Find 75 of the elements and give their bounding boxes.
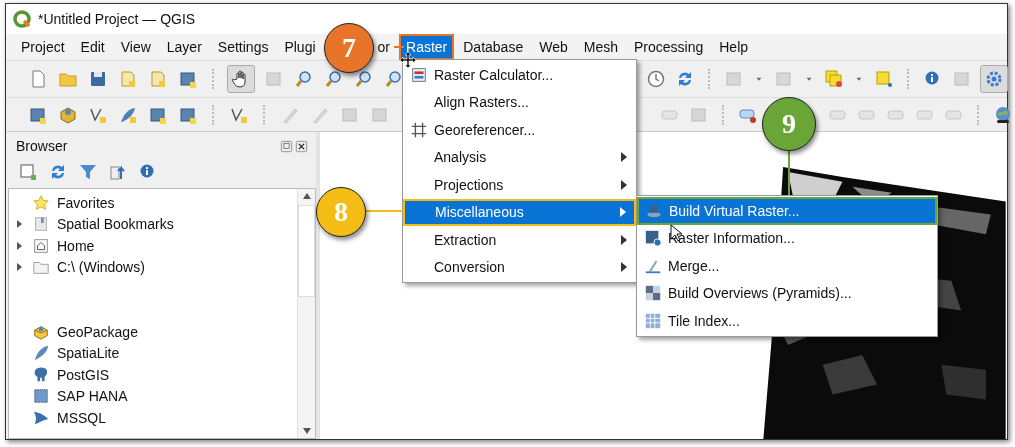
tree-item[interactable]: MSSQL [57, 409, 106, 426]
tree-item[interactable]: Spatial Bookmarks [57, 216, 174, 233]
menu-item[interactable]: Help [712, 34, 756, 60]
scrollbar[interactable] [297, 189, 315, 438]
menu-item[interactable]: Layer [159, 34, 209, 60]
elephant-icon [32, 365, 50, 384]
menu-item[interactable]: Merge... [637, 252, 937, 280]
star-icon [32, 193, 50, 212]
menu-item[interactable]: Plugi [277, 34, 323, 60]
menu-item[interactable]: Analysis [403, 143, 636, 171]
save-icon[interactable] [88, 69, 108, 89]
add-layer-icon[interactable] [18, 162, 38, 182]
menu-item[interactable]: Raster [399, 34, 455, 60]
menu-item[interactable]: Project [14, 34, 72, 60]
submenu-arrow-icon [621, 234, 627, 245]
submenu-arrow-icon [621, 179, 627, 190]
menu-item[interactable]: Projections [403, 171, 636, 199]
menu-item[interactable]: Extraction [403, 226, 636, 254]
calculator-icon [410, 65, 428, 84]
feather-icon [32, 344, 50, 363]
menu-item[interactable]: Database [456, 34, 531, 60]
menu-item[interactable]: Build Overviews (Pyramids)... [637, 279, 937, 307]
hand-icon[interactable] [228, 66, 254, 92]
square-icon[interactable] [874, 69, 894, 89]
tree-item[interactable]: GeoPackage [57, 323, 138, 340]
magnifier-icon[interactable] [354, 69, 374, 89]
leader-line [365, 210, 403, 212]
expand-arrow-icon[interactable] [15, 220, 23, 229]
logo-icon [12, 9, 32, 29]
tree-item[interactable]: C:\ (Windows) [57, 259, 145, 276]
tiles-icon [644, 311, 662, 330]
menu-item[interactable]: Georeferencer... [403, 116, 636, 144]
expand-arrow-icon[interactable] [15, 241, 23, 250]
magnifier-icon[interactable] [294, 69, 314, 89]
expand-arrow-icon[interactable] [15, 263, 23, 272]
tree-item[interactable]: SAP HANA [57, 388, 128, 405]
gear-icon[interactable] [981, 66, 1007, 92]
tree-item[interactable]: Favorites [57, 194, 115, 211]
scroll-up-icon[interactable] [302, 193, 311, 199]
menu-item[interactable]: Raster Calculator... [403, 61, 636, 89]
clock-icon[interactable] [646, 69, 666, 89]
magnifier-icon[interactable] [324, 69, 344, 89]
menu-item[interactable]: Tile Index... [637, 307, 937, 335]
scroll-down-icon[interactable] [302, 428, 311, 434]
grid-icon [410, 120, 428, 139]
magnifier-icon[interactable] [384, 69, 404, 89]
submenu-arrow-icon [621, 262, 627, 273]
menu-item[interactable]: Mesh [576, 34, 625, 60]
tree-item[interactable]: PostGIS [57, 366, 110, 383]
menu-item[interactable]: Processing [626, 34, 711, 60]
squares-icon[interactable] [824, 69, 844, 89]
globe-icon[interactable] [993, 104, 1013, 125]
menu-item[interactable]: Align Rasters... [403, 88, 636, 116]
chip-icon [32, 387, 50, 406]
book-icon [32, 215, 50, 234]
submenu-arrow-icon [620, 207, 626, 218]
home-icon [32, 236, 50, 255]
menu-item[interactable]: Web [532, 34, 575, 60]
info-tiles-icon [644, 229, 662, 248]
tree-item[interactable]: Home [57, 237, 95, 254]
checker-icon [644, 284, 662, 303]
menu-item[interactable]: Conversion [403, 253, 636, 281]
tree-item[interactable]: SpatiaLite [57, 345, 120, 362]
menu-item[interactable]: Edit [73, 34, 112, 60]
panel-title: Browser [16, 138, 68, 154]
window-title: *Untitled Project — QGIS [38, 11, 196, 27]
menu-item[interactable]: Miscellaneous [403, 198, 636, 226]
leader-line [788, 150, 790, 195]
close-icon[interactable] [295, 139, 308, 153]
submenu-arrow-icon [621, 152, 627, 163]
menu-item[interactable]: View [113, 34, 158, 60]
menu-item[interactable]: Build Virtual Raster... [637, 197, 937, 225]
layer-icon[interactable] [178, 69, 198, 89]
menu-item[interactable]: Settings [210, 34, 276, 60]
filter-icon[interactable] [78, 162, 98, 182]
